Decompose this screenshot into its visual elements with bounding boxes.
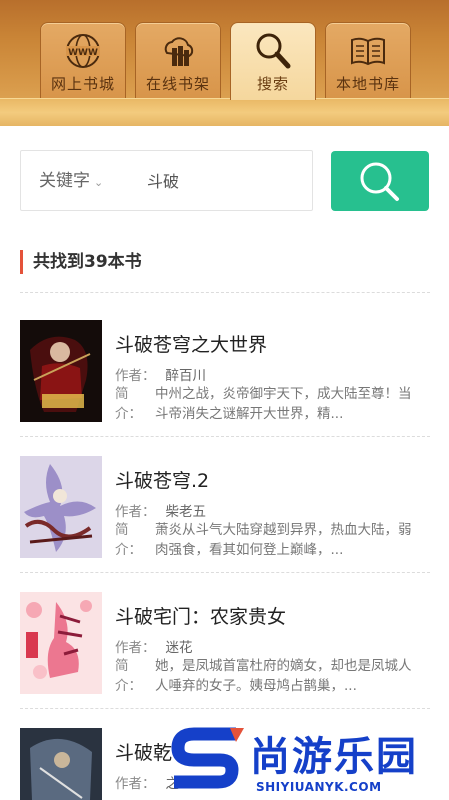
desc-value: 中州之战，炎帝御宇天下，成大陆至尊！当斗帝消失之谜解开大世界，精... <box>155 386 412 422</box>
shelf-strip <box>0 98 449 126</box>
book-title: 斗破苍穹之大世界 <box>115 334 268 356</box>
book-description: 简介： 她，是凤城首富杜府的嫡女，却也是凤城人人唾弃的女子。姨母鸠占鹊巢，... <box>115 656 415 696</box>
tab-label: 本地书库 <box>335 75 400 93</box>
search-icon <box>360 162 399 201</box>
book-list-item[interactable]: 斗破宅门：农家贵女 作者： 迷花 简介： 她，是凤城首富杜府的嫡女，却也是凤城人人唾… <box>20 592 430 696</box>
author-key: 作者： <box>115 640 156 656</box>
divider <box>20 292 430 293</box>
book-cover-image <box>20 456 102 558</box>
desc-key: 简介： <box>115 522 142 558</box>
author-key: 作者： <box>115 776 156 792</box>
tab-online-bookshelf[interactable]: 在线书架 <box>135 22 221 98</box>
tab-search[interactable]: 搜索 <box>230 22 316 100</box>
author-key: 作者： <box>115 504 156 520</box>
author-key: 作者： <box>115 368 156 384</box>
tab-label: 搜索 <box>256 75 289 93</box>
book-cover-image <box>20 320 102 422</box>
chevron-down-icon: ⌄ <box>94 176 104 189</box>
search-button[interactable] <box>331 151 429 211</box>
divider <box>20 436 430 437</box>
cloud-books-icon <box>164 37 194 66</box>
tab-label: 网上书城 <box>50 75 115 93</box>
book-description: 简介： 萧炎从斗气大陆穿越到异界，热血大陆，弱肉强食，看其如何登上巅峰，... <box>115 520 415 560</box>
top-tab-bar: WWW 网上书城 在线书架 搜索 本地书库 <box>0 0 449 126</box>
magnifier-icon <box>256 33 291 69</box>
book-description: 简介： 中州之战，炎帝御宇天下，成大陆至尊！当斗帝消失之谜解开大世界，精... <box>115 384 415 424</box>
result-count-heading: 共找到39本书 <box>20 250 142 274</box>
search-type-dropdown[interactable]: 关键字 ⌄ <box>39 151 103 212</box>
watermark-domain: SHIYIUANYK.COM <box>256 780 382 794</box>
author-value: 迷花 <box>165 640 193 656</box>
watermark-logo: 尚游乐园 SHIYIUANYK.COM <box>170 722 449 800</box>
book-author: 作者： 柴老五 <box>115 500 206 520</box>
divider <box>20 572 430 573</box>
desc-key: 简介： <box>115 658 142 694</box>
book-cover-image <box>20 728 102 800</box>
author-value: 醉百川 <box>165 368 207 384</box>
book-list-item[interactable]: 斗破苍穹.2 作者： 柴老五 简介： 萧炎从斗气大陆穿越到异界，热血大陆，弱肉强食，… <box>20 456 430 560</box>
watermark-name: 尚游乐园 <box>250 734 418 780</box>
author-value: 柴老五 <box>165 504 207 520</box>
search-input[interactable]: 关键字 ⌄ 斗破 <box>20 150 313 211</box>
book-author: 作者： 迷花 <box>115 636 193 656</box>
book-list-item[interactable]: 斗破苍穹之大世界 作者： 醉百川 简介： 中州之战，炎帝御宇天下，成大陆至尊！当斗帝… <box>20 320 430 424</box>
tab-local-library[interactable]: 本地书库 <box>325 22 411 98</box>
open-book-icon <box>351 37 385 66</box>
book-author: 作者： 醉百川 <box>115 364 206 384</box>
desc-key: 简介： <box>115 386 142 422</box>
book-title: 斗破宅门：农家贵女 <box>115 606 287 628</box>
desc-value: 萧炎从斗气大陆穿越到异界，热血大陆，弱肉强食，看其如何登上巅峰，... <box>155 522 412 558</box>
book-cover-image <box>20 592 102 694</box>
search-type-label: 关键字 <box>39 171 90 191</box>
book-title: 斗破乾 <box>115 742 173 764</box>
tab-online-bookstore[interactable]: WWW 网上书城 <box>40 22 126 98</box>
globe-www-icon: WWW <box>66 34 100 68</box>
tab-label: 在线书架 <box>145 75 210 93</box>
divider <box>20 708 430 709</box>
desc-value: 她，是凤城首富杜府的嫡女，却也是凤城人人唾弃的女子。姨母鸠占鹊巢，... <box>155 658 412 694</box>
logo-s-icon <box>171 727 244 789</box>
book-title: 斗破苍穹.2 <box>115 470 210 492</box>
svg-text:WWW: WWW <box>68 48 98 58</box>
search-query-text[interactable]: 斗破 <box>147 151 179 212</box>
